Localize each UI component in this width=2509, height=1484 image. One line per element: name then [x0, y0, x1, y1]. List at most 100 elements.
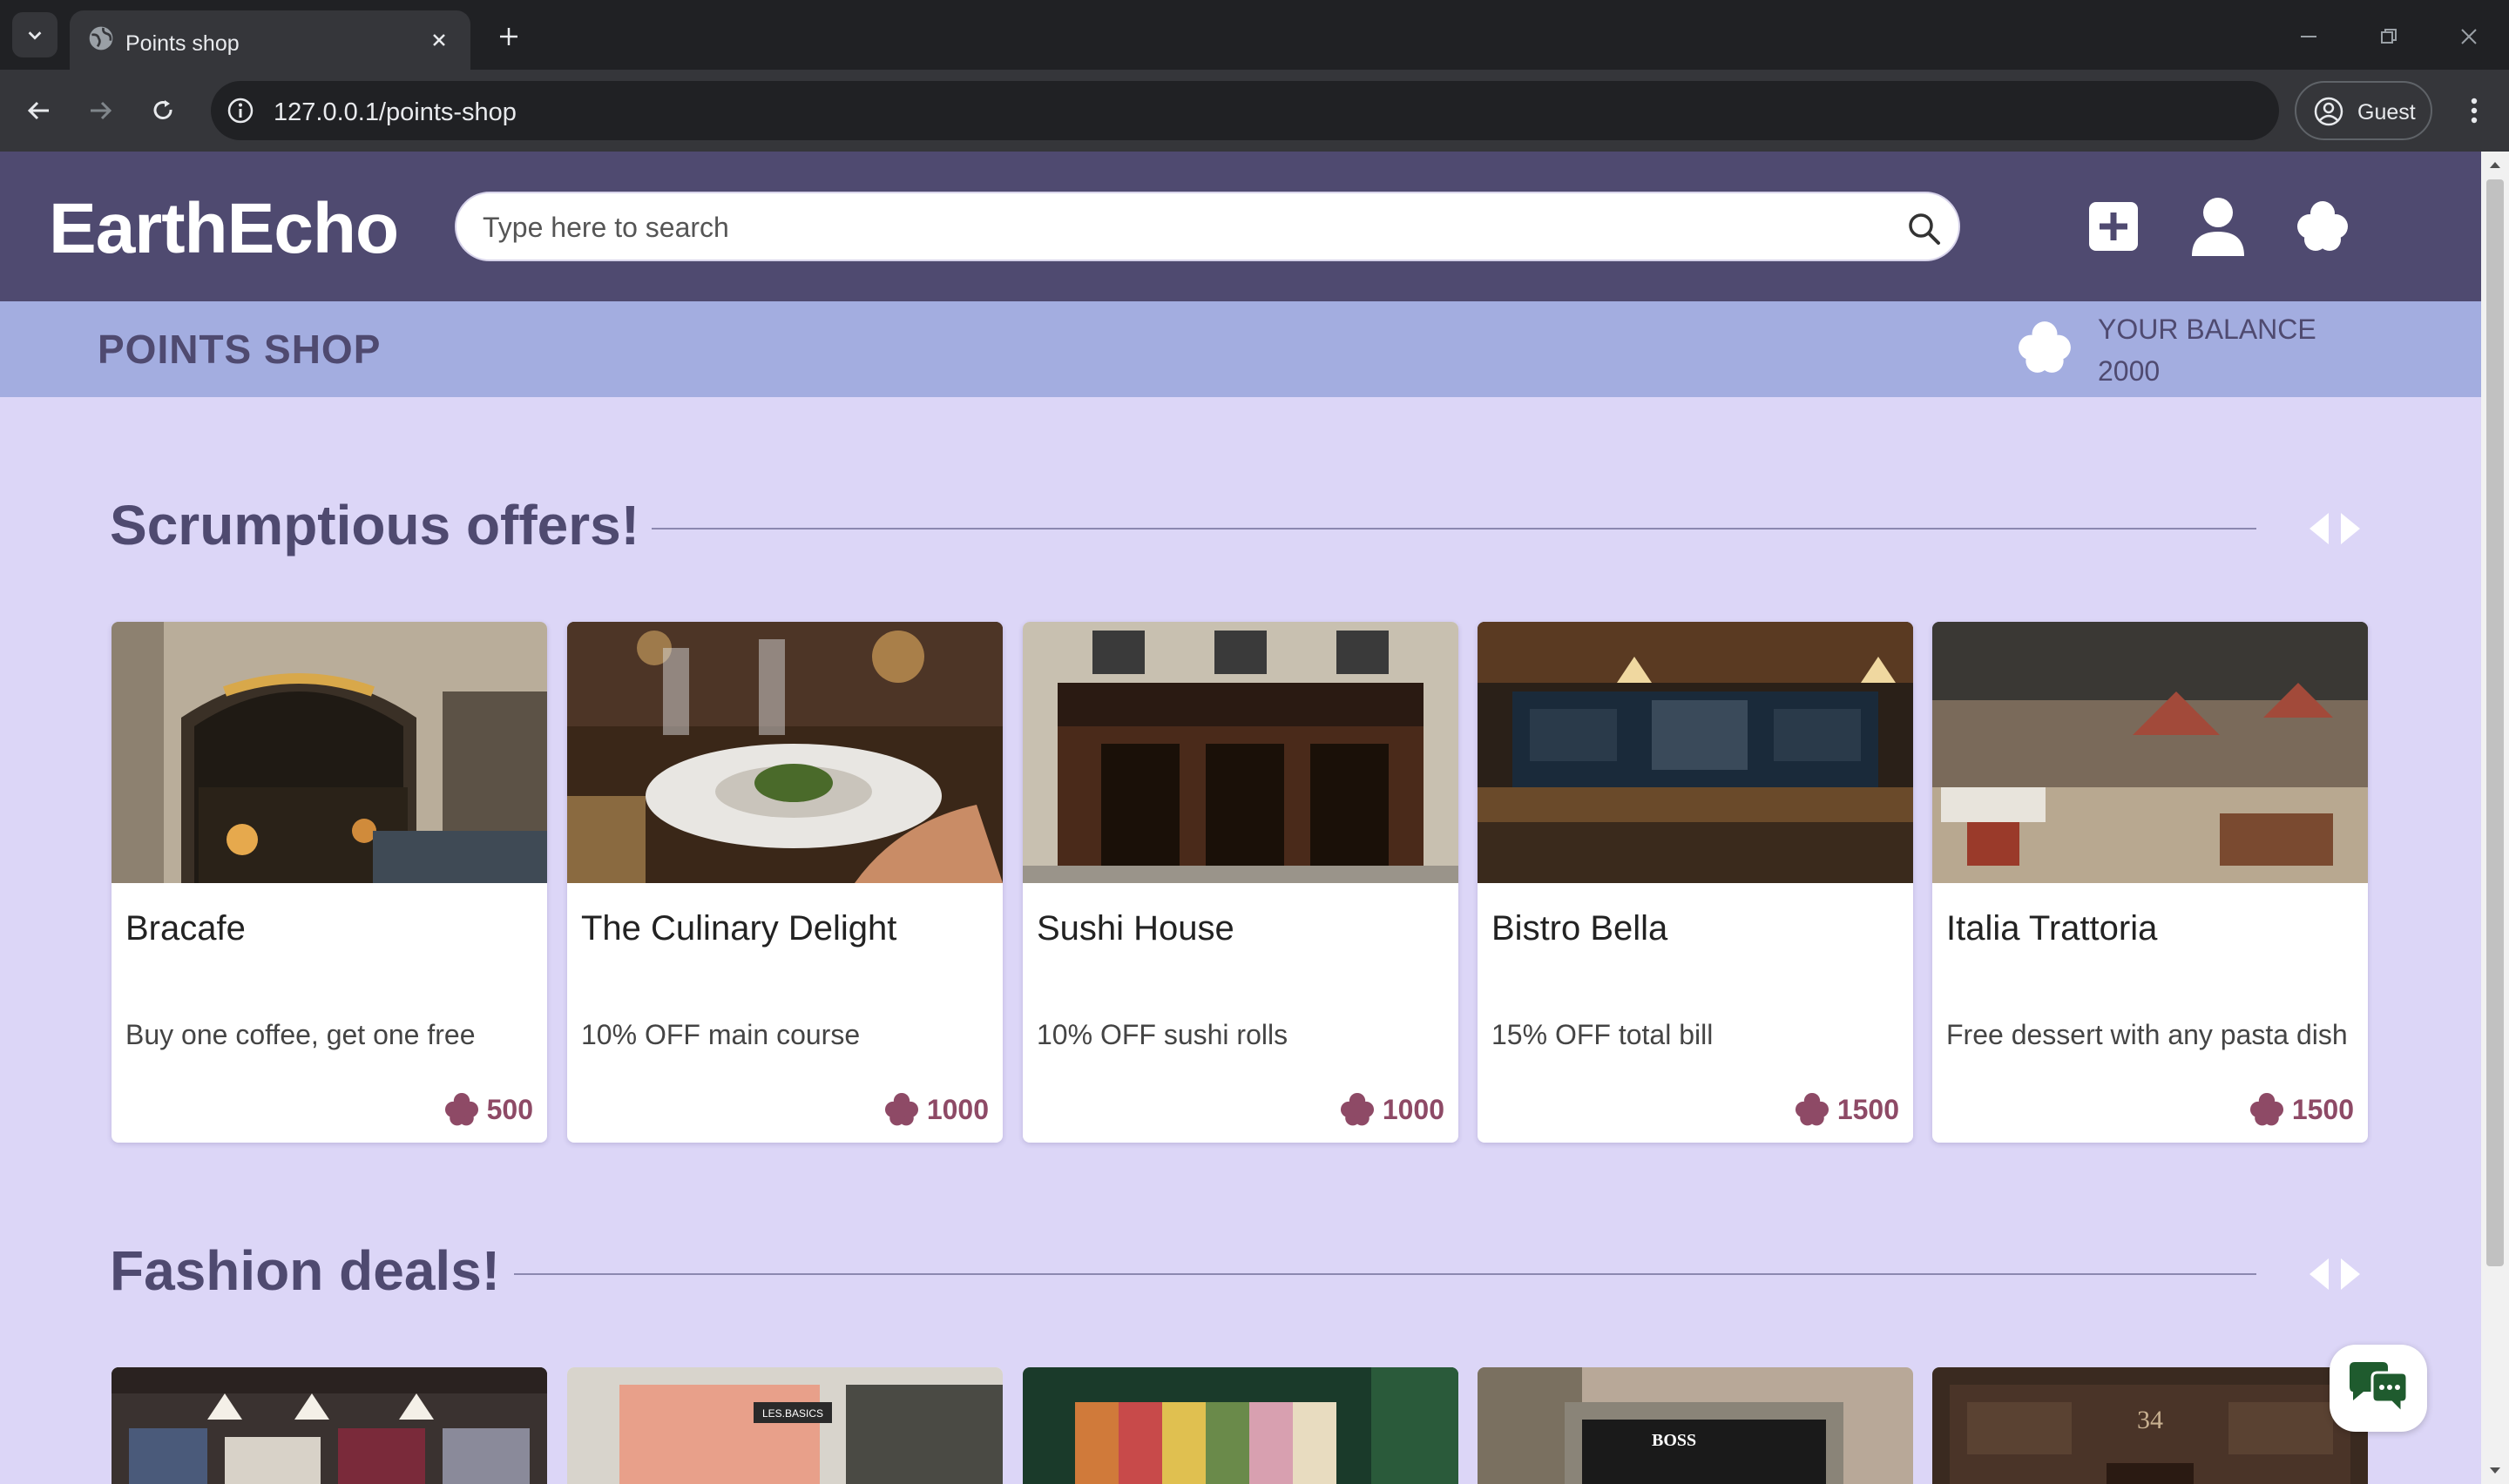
- page-scrollbar[interactable]: [2481, 152, 2509, 1484]
- offer-card[interactable]: Bracafe Buy one coffee, get one free 500: [112, 622, 547, 1143]
- card-title: The Culinary Delight: [581, 909, 897, 948]
- search-bar: [455, 192, 1960, 261]
- carousel-next-button[interactable]: [2337, 509, 2366, 549]
- les-basics-storefront-image: LES.BASICS: [567, 1367, 1003, 1484]
- clover-icon: [2297, 201, 2348, 251]
- minimize-button[interactable]: [2289, 17, 2328, 56]
- plus-square-icon: [2089, 202, 2138, 251]
- chat-button[interactable]: [2330, 1345, 2427, 1432]
- profile-button[interactable]: Guest: [2295, 81, 2432, 140]
- boss-storefront-image: BOSS: [1478, 1367, 1913, 1484]
- new-tab-button[interactable]: [490, 17, 528, 56]
- site-header: EarthEcho: [0, 152, 2481, 301]
- add-button[interactable]: [2079, 192, 2148, 261]
- close-window-button[interactable]: [2450, 17, 2488, 56]
- carousel-next-button[interactable]: [2337, 1254, 2366, 1294]
- store-sign: LES.BASICS: [762, 1407, 823, 1420]
- offer-card[interactable]: Sushi House 10% OFF sushi rolls 1000: [1023, 622, 1458, 1143]
- caret-right-icon: [2341, 1258, 2360, 1290]
- section-divider: [514, 1273, 2256, 1275]
- restore-button[interactable]: [2370, 17, 2408, 56]
- tab-search-button[interactable]: [12, 12, 57, 57]
- card-points: 1500: [2291, 1093, 2354, 1125]
- minimize-icon: [2301, 36, 2316, 37]
- user-icon: [2192, 198, 2244, 256]
- back-button[interactable]: [17, 89, 61, 132]
- close-tab-button[interactable]: [425, 26, 453, 54]
- card-offer: 10% OFF main course: [581, 1019, 861, 1050]
- site-logo[interactable]: EarthEcho: [49, 188, 399, 270]
- clover-icon: [444, 1092, 478, 1126]
- caret-down-icon: [2490, 1467, 2500, 1474]
- offer-card[interactable]: Bistro Bella 15% OFF total bill 1500: [1478, 622, 1913, 1143]
- forward-button[interactable]: [78, 89, 122, 132]
- card-price: 1500: [1794, 1089, 1899, 1130]
- site-info-button[interactable]: [223, 93, 258, 128]
- profile-nav-button[interactable]: [2183, 192, 2253, 261]
- carousel-arrows: [2303, 1254, 2366, 1294]
- page-title: POINTS SHOP: [98, 327, 382, 372]
- info-icon: [227, 98, 254, 124]
- clothing-store-image: [112, 1367, 547, 1484]
- chevron-down-icon: [28, 31, 42, 40]
- address-bar[interactable]: 127.0.0.1/points-shop: [211, 81, 2279, 140]
- reload-button[interactable]: [141, 89, 185, 132]
- offer-card[interactable]: [1023, 1367, 1458, 1484]
- card-title: Sushi House: [1037, 909, 1234, 948]
- offer-card[interactable]: The Culinary Delight 10% OFF main course…: [567, 622, 1003, 1143]
- browser-tab-bar: Points shop: [0, 0, 2509, 70]
- points-shop-bar: POINTS SHOP YOUR BALANCE 2000: [0, 301, 2481, 397]
- carousel-prev-button[interactable]: [2303, 1254, 2333, 1294]
- offer-card[interactable]: BOSS: [1478, 1367, 1913, 1484]
- offer-card[interactable]: 34: [1932, 1367, 2368, 1484]
- card-title: Italia Trattoria: [1946, 909, 2158, 948]
- offer-card[interactable]: [112, 1367, 547, 1484]
- reload-icon: [153, 100, 172, 119]
- points-nav-button[interactable]: [2288, 192, 2357, 261]
- card-offer: 15% OFF total bill: [1491, 1019, 1714, 1050]
- card-price: 1000: [883, 1089, 989, 1130]
- card-price: 1000: [1339, 1089, 1444, 1130]
- trattoria-interior-image: [1932, 622, 2368, 883]
- profile-icon: [2314, 97, 2343, 126]
- card-offer: Buy one coffee, get one free: [125, 1019, 476, 1050]
- caret-right-icon: [2341, 513, 2360, 544]
- caret-left-icon: [2309, 1258, 2329, 1290]
- clover-icon: [884, 1092, 918, 1126]
- stussy-clothing-rack-image: [1023, 1367, 1458, 1484]
- scroll-down-button[interactable]: [2481, 1458, 2509, 1484]
- card-offer: Free dessert with any pasta dish: [1946, 1019, 2348, 1050]
- carousel-arrows: [2303, 509, 2366, 549]
- section-title: Fashion deals!: [110, 1239, 501, 1302]
- scrollbar-thumb[interactable]: [2486, 179, 2504, 1266]
- chat-bubbles-icon: [2350, 1362, 2409, 1416]
- plus-icon: [500, 28, 517, 45]
- store-sign: BOSS: [1652, 1431, 1696, 1450]
- browser-menu-button[interactable]: [2455, 89, 2493, 132]
- tab-title: Points shop: [125, 31, 240, 56]
- card-points: 1000: [1382, 1093, 1444, 1125]
- scroll-up-button[interactable]: [2481, 152, 2509, 178]
- arrow-right-icon: [91, 101, 112, 120]
- card-price: 1500: [2249, 1089, 2354, 1130]
- clover-icon: [2249, 1092, 2283, 1126]
- browser-tab[interactable]: Points shop: [70, 10, 470, 70]
- card-title: Bracafe: [125, 909, 246, 948]
- sushi-storefront-image: [1023, 622, 1458, 883]
- restaurant-plate-image: [567, 622, 1003, 883]
- carousel-prev-button[interactable]: [2303, 509, 2333, 549]
- store-sign: 34: [2137, 1406, 2163, 1434]
- denim-store-image: 34: [1932, 1367, 2368, 1484]
- card-offer: 10% OFF sushi rolls: [1037, 1019, 1288, 1050]
- offer-card[interactable]: LES.BASICS: [567, 1367, 1003, 1484]
- card-points: 500: [486, 1093, 533, 1125]
- arrow-left-icon: [27, 101, 49, 120]
- card-points: 1000: [926, 1093, 989, 1125]
- offer-card[interactable]: Italia Trattoria Free dessert with any p…: [1932, 622, 2368, 1143]
- search-input[interactable]: [483, 206, 1877, 249]
- profile-label: Guest: [2357, 100, 2416, 125]
- search-icon[interactable]: [1904, 209, 1943, 247]
- caret-up-icon: [2490, 162, 2500, 168]
- close-icon: [2461, 29, 2477, 44]
- bar-interior-image: [1478, 622, 1913, 883]
